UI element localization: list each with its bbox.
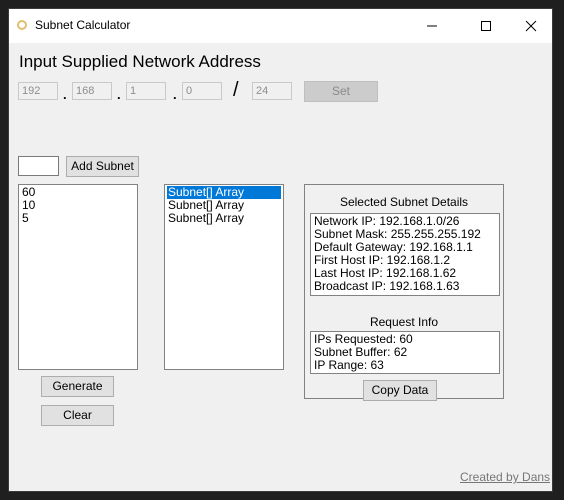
broadcast-ip-line: Broadcast IP: 192.168.1.63 (314, 279, 460, 293)
octet-4-input[interactable]: 0 (182, 82, 222, 100)
set-button[interactable]: Set (304, 81, 378, 102)
network-address-heading: Input Supplied Network Address (19, 52, 261, 71)
close-button[interactable] (508, 9, 554, 43)
add-subnet-button[interactable]: Add Subnet (66, 156, 139, 177)
list-item[interactable]: Subnet[] Array (167, 212, 281, 225)
title-bar: Subnet Calculator (9, 9, 552, 43)
list-item[interactable]: 10 (21, 199, 135, 212)
copy-data-button[interactable]: Copy Data (363, 380, 437, 401)
octet-3-input[interactable]: 1 (126, 82, 166, 100)
window-title: Subnet Calculator (35, 18, 131, 32)
maximize-button[interactable] (463, 9, 509, 43)
octet-1-input[interactable]: 192 (18, 82, 58, 100)
subnet-size-input[interactable] (18, 156, 59, 176)
octet-2-input[interactable]: 168 (72, 82, 112, 100)
app-window: Subnet Calculator Input Supplied Network… (8, 8, 553, 492)
details-title: Selected Subnet Details (339, 195, 469, 209)
subnet-array-list[interactable]: Subnet[] Array Subnet[] Array Subnet[] A… (164, 184, 284, 370)
generate-button[interactable]: Generate (41, 376, 114, 397)
octet-separator: . (63, 87, 67, 102)
subnet-details-group: Selected Subnet Details Network IP: 192.… (304, 184, 504, 401)
subnet-details-box[interactable]: Network IP: 192.168.1.0/26 Subnet Mask: … (310, 213, 500, 296)
clear-button[interactable]: Clear (41, 405, 114, 426)
ip-range-line: IP Range: 63 (314, 358, 384, 372)
minimize-icon (427, 25, 437, 27)
octet-separator: . (117, 87, 121, 102)
request-info-title: Request Info (369, 315, 439, 329)
list-item[interactable]: 5 (21, 212, 135, 225)
list-item[interactable]: 60 (21, 186, 135, 199)
cidr-input[interactable]: 24 (252, 82, 292, 100)
app-icon (17, 20, 27, 30)
maximize-icon (481, 21, 491, 31)
cidr-slash: / (233, 79, 239, 101)
requested-subnets-list[interactable]: 60 10 5 (18, 184, 138, 370)
close-icon (525, 20, 537, 32)
octet-separator: . (173, 87, 177, 102)
request-info-box[interactable]: IPs Requested: 60 Subnet Buffer: 62 IP R… (310, 331, 500, 374)
credit-link[interactable]: Created by Dans (460, 470, 550, 484)
minimize-button[interactable] (409, 9, 455, 43)
